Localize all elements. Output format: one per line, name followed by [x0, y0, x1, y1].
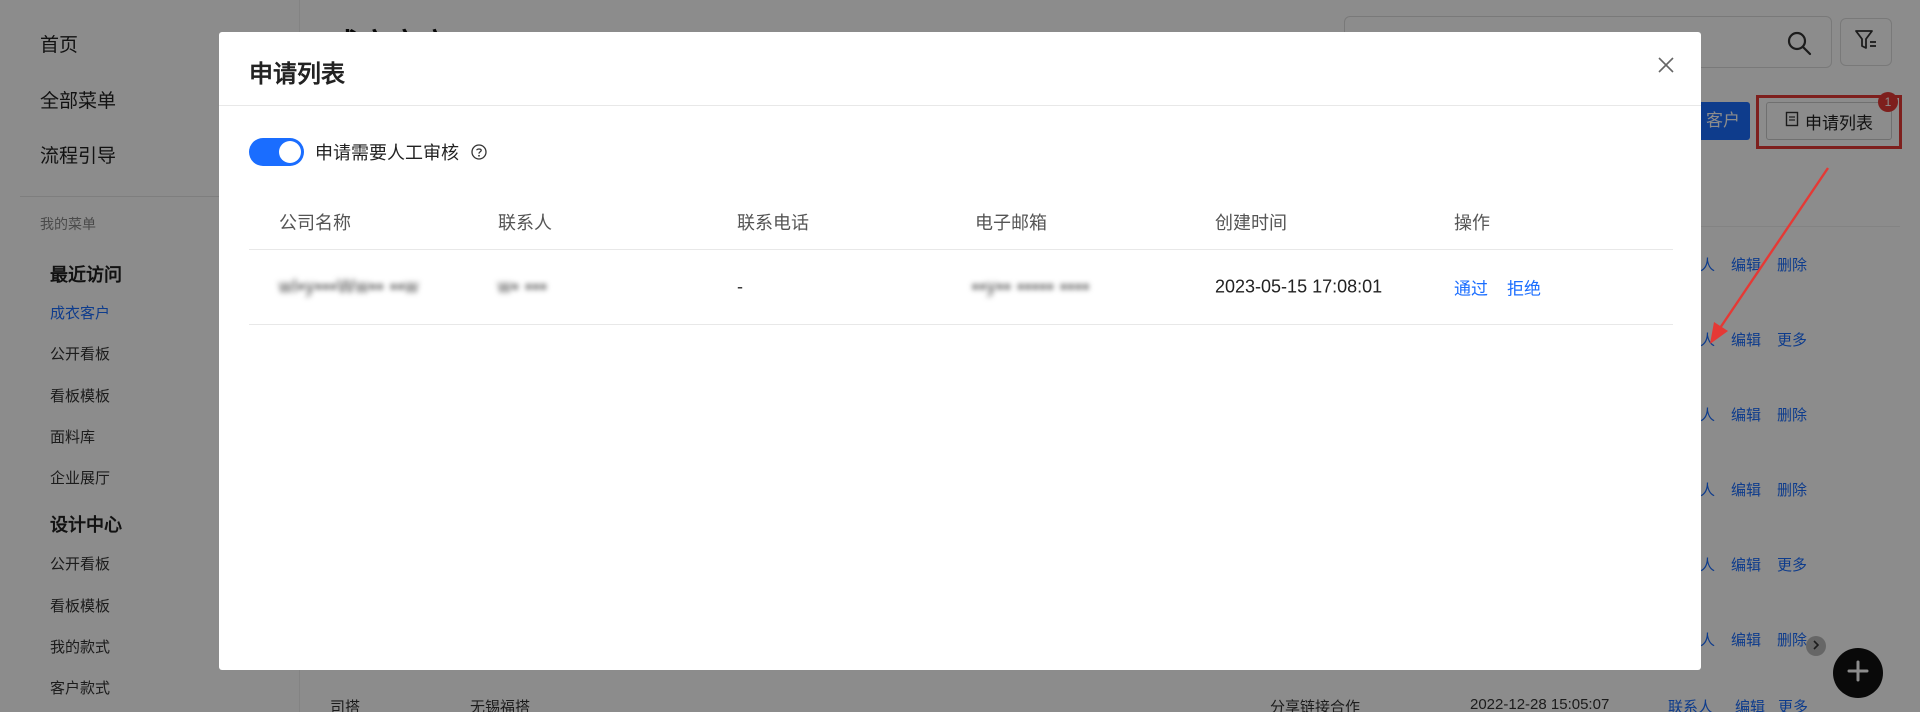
cell-email: ▪▪y▪▪ ▪▪▪▪▪ ▪▪▪▪	[972, 276, 1090, 297]
apply-list-modal: 申请列表 申请需要人工审核 公司名称 联系人 联系电话 电子邮箱 创建时间 操作…	[219, 32, 1701, 670]
apply-table: 公司名称 联系人 联系电话 电子邮箱 创建时间 操作 wl▪y▪▪▪Ww▪▪ ▪…	[249, 194, 1673, 325]
cell-phone: -	[737, 276, 743, 297]
close-icon	[1658, 56, 1674, 78]
table-header: 公司名称 联系人 联系电话 电子邮箱 创建时间 操作	[249, 194, 1673, 250]
modal-title: 申请列表	[249, 61, 345, 88]
cell-contact: w▪ ▪▪▪	[498, 276, 548, 297]
cell-company: wl▪y▪▪▪Ww▪▪ ▪▪w	[279, 276, 420, 297]
table-row: wl▪y▪▪▪Ww▪▪ ▪▪w w▪ ▪▪▪ - ▪▪y▪▪ ▪▪▪▪▪ ▪▪▪…	[249, 250, 1673, 325]
approve-link[interactable]: 通过	[1454, 280, 1488, 299]
close-button[interactable]	[1655, 56, 1677, 78]
manual-review-label: 申请需要人工审核	[315, 143, 459, 163]
cell-actions: 通过 拒绝	[1454, 275, 1555, 300]
column-header-actions: 操作	[1454, 212, 1490, 233]
manual-review-switch[interactable]	[249, 138, 304, 166]
manual-review-toggle-row: 申请需要人工审核	[249, 138, 487, 166]
column-header-created: 创建时间	[1215, 212, 1287, 233]
cell-created: 2023-05-15 17:08:01	[1215, 276, 1383, 297]
question-circle-icon[interactable]	[470, 144, 487, 161]
column-header-contact: 联系人	[498, 212, 552, 233]
modal-header: 申请列表	[219, 32, 1701, 106]
column-header-company: 公司名称	[279, 212, 351, 233]
column-header-phone: 联系电话	[737, 212, 809, 233]
column-header-email: 电子邮箱	[975, 212, 1047, 233]
reject-link[interactable]: 拒绝	[1507, 280, 1541, 299]
switch-knob	[279, 141, 301, 163]
